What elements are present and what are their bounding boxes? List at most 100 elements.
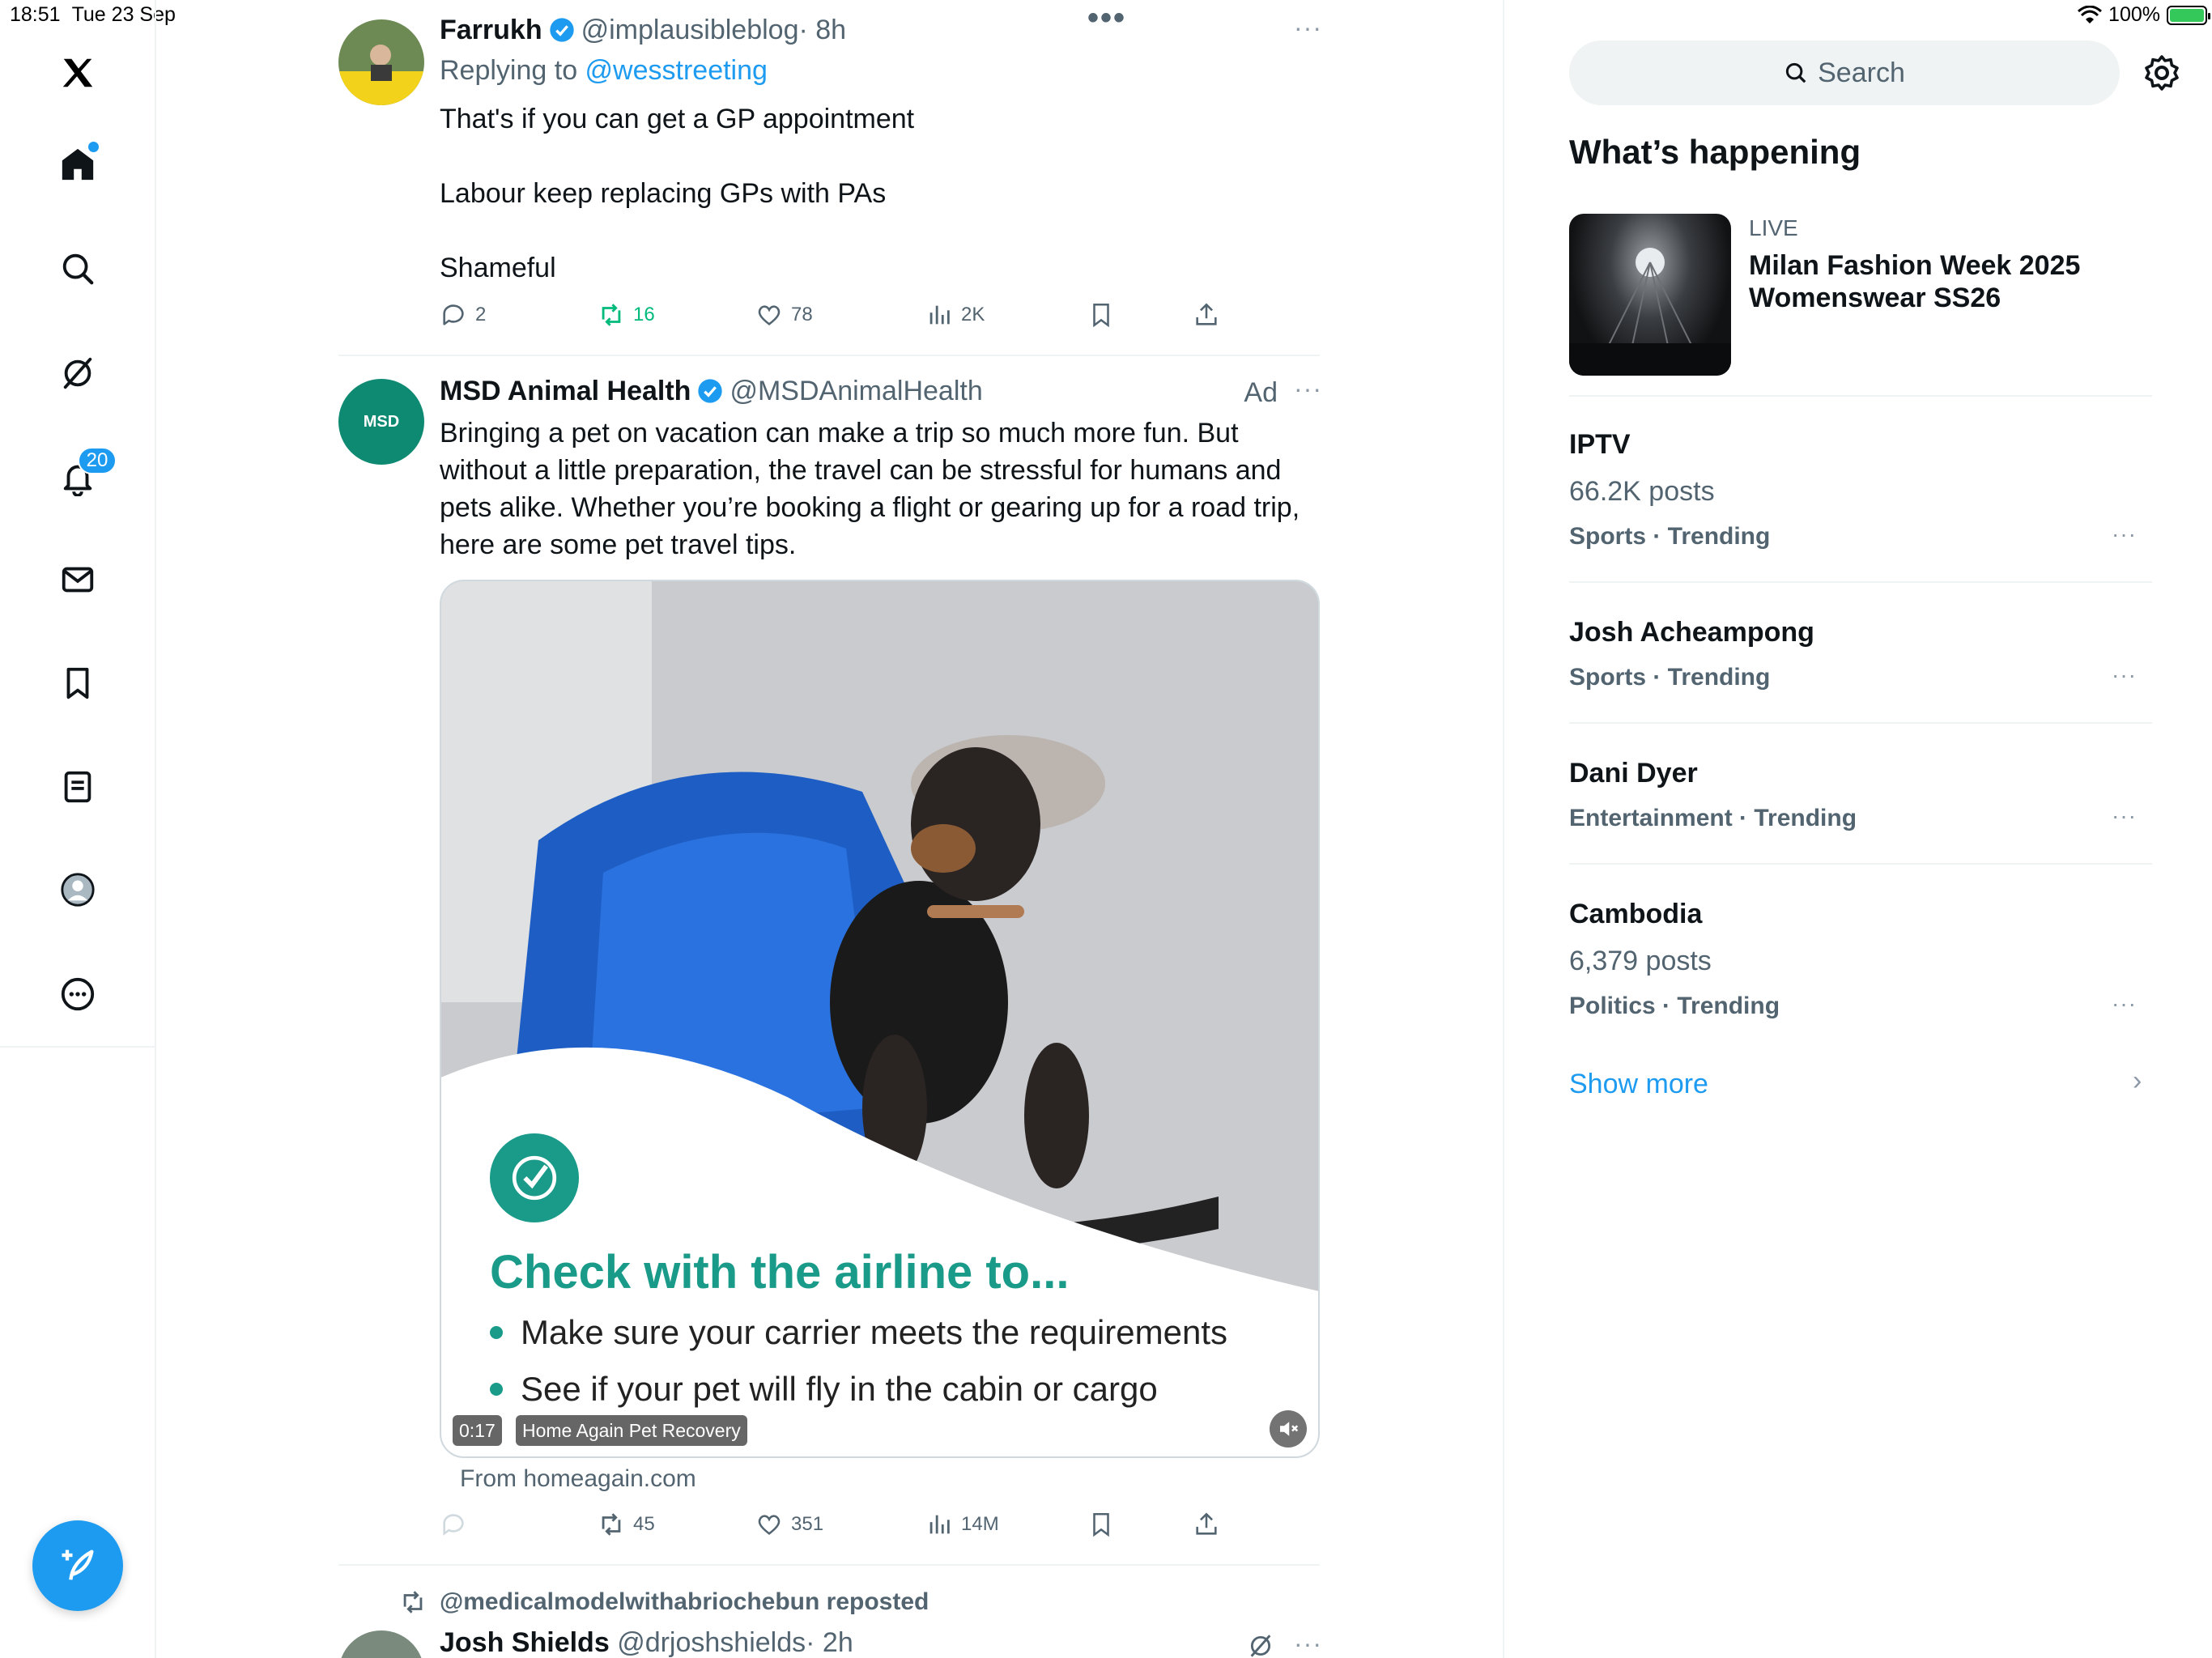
trend-name: IPTV <box>1569 429 1631 460</box>
views-button[interactable]: 14M <box>925 1511 999 1538</box>
verified-badge-icon <box>698 379 723 403</box>
left-navigation: 20 <box>0 0 156 1658</box>
lists-icon[interactable] <box>47 756 108 818</box>
like-button[interactable]: 78 <box>755 301 813 329</box>
tweet-more-button[interactable]: ··· <box>1294 374 1322 404</box>
author-handle[interactable]: @implausibleblog <box>581 15 799 45</box>
reply-button[interactable]: 2 <box>440 301 486 329</box>
bookmark-icon[interactable] <box>47 653 108 714</box>
tweet-actions: 2 16 78 2K <box>440 301 1257 334</box>
notifications-badge: 20 <box>78 447 117 474</box>
section-divider <box>1569 581 2152 583</box>
bell-icon[interactable]: 20 <box>47 447 117 508</box>
share-icon <box>1196 303 1217 325</box>
replying-to-handle[interactable]: @wesstreeting <box>585 55 768 86</box>
event-title: Milan Fashion Week 2025 Womenswear SS26 <box>1749 250 2081 313</box>
bookmark-button[interactable] <box>1087 1511 1115 1538</box>
bookmark-button[interactable] <box>1087 301 1115 329</box>
author-handle[interactable]: @drjoshshields <box>617 1627 806 1658</box>
author-handle[interactable]: @MSDAnimalHealth <box>730 376 982 406</box>
author-name[interactable]: MSD Animal Health <box>440 376 691 406</box>
repost-button[interactable]: 16 <box>598 301 655 329</box>
reply-count: 2 <box>475 304 487 325</box>
trend-name: Josh Acheampong <box>1569 617 1814 648</box>
avatar[interactable] <box>338 19 424 105</box>
mail-icon[interactable] <box>47 549 108 610</box>
repost-context-text[interactable]: @medicalmodelwithabriochebun reposted <box>440 1588 929 1615</box>
replying-to: Replying to @wesstreeting <box>440 55 768 87</box>
show-more-link[interactable]: Show more <box>1569 1069 1708 1100</box>
repost-context: @medicalmodelwithabriochebun reposted <box>403 1588 929 1616</box>
timeline-feed[interactable]: ••• Farrukh @implausibleblog· 8h ··· Repl… <box>338 0 1322 1658</box>
video-player[interactable]: Check with the airline to... Make sure y… <box>440 580 1320 1458</box>
share-button[interactable] <box>1193 301 1220 329</box>
search-icon <box>1786 62 1806 83</box>
whats-happening-title: What’s happening <box>1569 133 1861 171</box>
x-logo-icon[interactable] <box>47 42 108 104</box>
reply-button[interactable] <box>440 1511 467 1538</box>
views-count: 2K <box>961 304 985 325</box>
repost-icon <box>602 1513 621 1536</box>
media-bullet: See if your pet will fly in the cabin or… <box>490 1370 1158 1409</box>
bookmark-icon <box>1093 1512 1109 1537</box>
media-headline: Check with the airline to... <box>490 1246 1070 1299</box>
trend-category: Sports · Trending <box>1569 664 1771 691</box>
section-divider <box>1569 395 2152 397</box>
bookmark-icon <box>1093 303 1109 328</box>
more-icon[interactable] <box>47 963 108 1025</box>
repost-count: 45 <box>633 1513 655 1535</box>
like-count: 351 <box>791 1513 824 1535</box>
bullet-dot <box>490 1383 503 1396</box>
tweet-header: MSD Animal Health @MSDAnimalHealth <box>440 376 983 407</box>
tweet-divider <box>338 1564 1320 1566</box>
repost-count: 16 <box>633 304 655 325</box>
search-bar[interactable]: Search <box>1569 40 2120 105</box>
media-bullet-text: See if your pet will fly in the cabin or… <box>521 1370 1158 1408</box>
gear-icon[interactable] <box>2142 53 2181 92</box>
compose-button[interactable] <box>32 1520 123 1611</box>
share-button[interactable] <box>1193 1511 1220 1538</box>
chevron-right-icon: › <box>2133 1065 2142 1096</box>
search-icon[interactable] <box>47 238 108 300</box>
trend-more-button[interactable]: ··· <box>2112 803 2137 829</box>
top-more-dots[interactable]: ••• <box>1087 0 1126 36</box>
share-icon <box>1196 1512 1217 1535</box>
checkmark-icon <box>490 1133 579 1222</box>
avatar[interactable]: MSD <box>338 379 424 465</box>
home-unread-dot <box>88 142 99 152</box>
trend-more-button[interactable]: ··· <box>2112 662 2137 688</box>
trend-more-button[interactable]: ··· <box>2112 521 2137 547</box>
views-button[interactable]: 2K <box>925 301 985 329</box>
like-button[interactable]: 351 <box>755 1511 823 1538</box>
profile-icon[interactable] <box>47 859 108 920</box>
section-divider <box>1569 722 2152 724</box>
section-divider <box>1569 863 2152 865</box>
tweet-actions: 45 351 14M <box>440 1511 1257 1543</box>
grok-icon[interactable] <box>47 342 108 404</box>
repost-icon <box>403 1591 423 1613</box>
home-icon[interactable] <box>47 134 108 195</box>
live-label: LIVE <box>1749 215 1798 240</box>
tweet-time: · 2h <box>806 1627 853 1658</box>
tweet-divider <box>338 355 1320 356</box>
avatar-logo-text: MSD <box>363 412 400 431</box>
author-name[interactable]: Josh Shields <box>440 1627 610 1658</box>
speaker-muted-icon <box>1280 1422 1299 1436</box>
trend-category: Entertainment · Trending <box>1569 805 1857 831</box>
trend-name: Cambodia <box>1569 899 1703 929</box>
ad-source-link[interactable]: From homeagain.com <box>460 1465 696 1493</box>
trend-more-button[interactable]: ··· <box>2112 991 2137 1017</box>
mute-button[interactable] <box>1270 1410 1307 1448</box>
author-name[interactable]: Farrukh <box>440 15 542 45</box>
repost-icon <box>602 304 621 326</box>
trend-category: Politics · Trending <box>1569 993 1780 1019</box>
ad-label: Ad <box>1244 377 1278 408</box>
grok-icon[interactable] <box>1247 1632 1274 1658</box>
avatar[interactable] <box>338 1630 424 1658</box>
nav-divider <box>0 1046 156 1048</box>
views-count: 14M <box>961 1513 999 1535</box>
tweet-more-button[interactable]: ··· <box>1294 1629 1322 1658</box>
reply-icon <box>443 1514 464 1536</box>
repost-button[interactable]: 45 <box>598 1511 655 1538</box>
tweet-more-button[interactable]: ··· <box>1294 13 1322 43</box>
